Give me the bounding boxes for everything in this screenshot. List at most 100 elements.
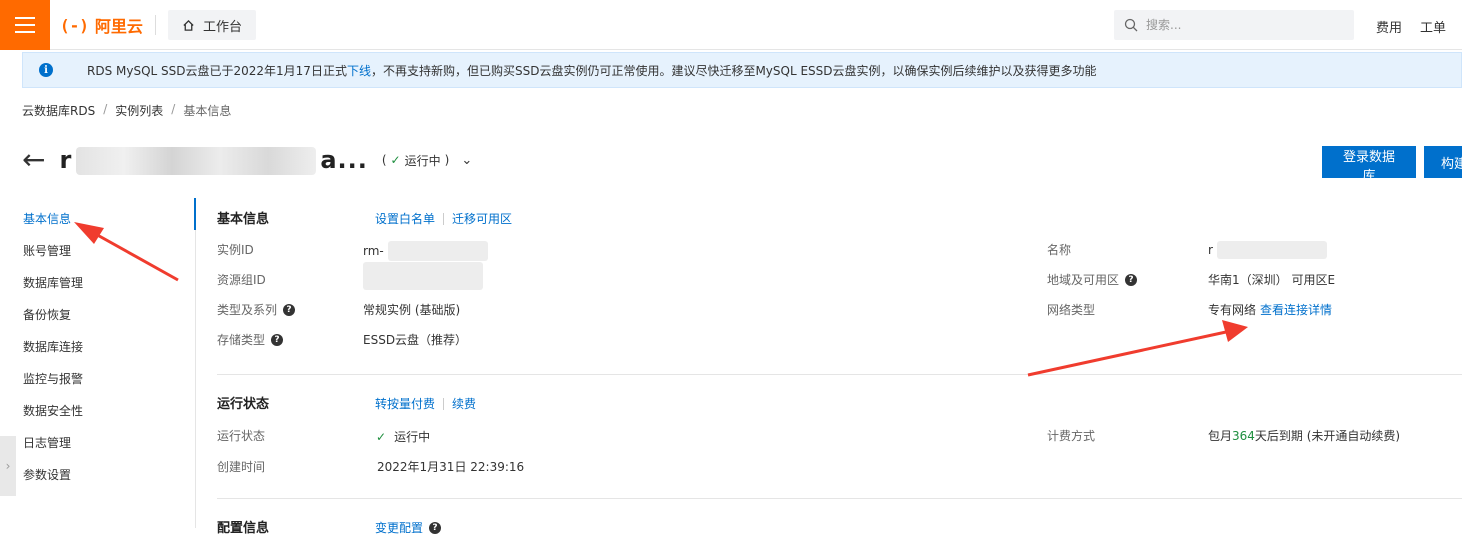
renew-link[interactable]: 续费	[452, 395, 476, 412]
build-button[interactable]: 构建	[1424, 146, 1462, 178]
status-badge: ( ✓ 运行中 )	[382, 152, 449, 169]
top-bar: (-) 阿里云 工作台 费用 工单	[0, 0, 1462, 50]
type-value: 常规实例 (基础版)	[363, 303, 461, 317]
offline-link[interactable]: 下线	[347, 64, 371, 78]
sidebar-item-backup[interactable]: 备份恢复	[23, 306, 71, 323]
divider	[443, 397, 445, 410]
section-divider	[217, 374, 1462, 375]
check-icon: ✓	[390, 153, 401, 167]
menu-line-icon	[15, 24, 35, 26]
billing-days: 364	[1232, 428, 1255, 443]
run-status-actions: 转按量付费 续费	[375, 395, 476, 412]
switch-pay-as-you-go-link[interactable]: 转按量付费	[375, 395, 435, 412]
created-time-label: 创建时间	[217, 460, 266, 474]
name-value: r	[1208, 241, 1327, 259]
logo-mark: (-)	[60, 15, 89, 35]
help-icon[interactable]: ?	[271, 333, 284, 346]
sidebar-item-basic-info[interactable]: 基本信息	[23, 210, 71, 227]
sidebar-item-security[interactable]: 数据安全性	[23, 402, 83, 419]
storage-value: ESSD云盘（推荐）	[363, 333, 468, 347]
network-label: 网络类型	[1047, 303, 1096, 317]
sidebar-item-connection[interactable]: 数据库连接	[23, 338, 83, 355]
storage-label-text: 存储类型	[217, 333, 266, 347]
change-config-link[interactable]: 变更配置	[375, 519, 423, 536]
notice-text-after: ，不再支持新购，但已购买SSD云盘实例仍可正常使用。建议尽快迁移至MySQL E…	[370, 63, 1097, 78]
title-suffix: a...	[320, 145, 368, 174]
billing-prefix: 包月	[1208, 429, 1233, 443]
billing-link[interactable]: 费用	[1376, 17, 1402, 36]
status-text: 运行中	[404, 153, 441, 168]
workbench-button[interactable]: 工作台	[168, 10, 257, 40]
logo-text: 阿里云	[94, 17, 143, 36]
name-text: r	[1208, 243, 1213, 257]
basic-info-title: 基本信息	[217, 212, 270, 227]
run-status-text: 运行中	[394, 430, 431, 444]
page-title-row: ← r a... ( ✓ 运行中 ) ⌄	[22, 140, 472, 180]
sidebar-item-params[interactable]: 参数设置	[23, 466, 71, 483]
notice-text-before: RDS MySQL SSD云盘已于2022年1月17日正式	[87, 63, 347, 78]
collapse-handle[interactable]: ›	[0, 436, 16, 496]
resource-group-value	[363, 262, 483, 290]
config-actions: 变更配置 ?	[375, 519, 442, 536]
chevron-down-icon[interactable]: ⌄	[461, 153, 472, 168]
type-label-text: 类型及系列	[217, 303, 278, 317]
search-box[interactable]	[1114, 10, 1354, 40]
basic-info-actions: 设置白名单 迁移可用区	[375, 210, 512, 227]
breadcrumb: 云数据库RDS / 实例列表 / 基本信息	[22, 102, 231, 119]
login-database-button[interactable]: 登录数据库	[1322, 146, 1416, 184]
network-text: 专有网络	[1208, 303, 1257, 317]
search-input[interactable]	[1146, 18, 1336, 32]
region-label: 地域及可用区 ?	[1047, 271, 1138, 288]
active-indicator	[194, 198, 196, 230]
page-title: r a...	[59, 146, 367, 175]
notice-text: RDS MySQL SSD云盘已于2022年1月17日正式下线，不再支持新购，但…	[87, 62, 1097, 79]
run-status-label: 运行状态	[217, 429, 266, 443]
migrate-zone-link[interactable]: 迁移可用区	[452, 210, 512, 227]
redacted-block	[387, 241, 488, 261]
sidebar-item-databases[interactable]: 数据库管理	[23, 274, 83, 291]
name-label: 名称	[1047, 243, 1072, 257]
breadcrumb-instance-list[interactable]: 实例列表	[115, 102, 163, 119]
instance-id-label: 实例ID	[217, 243, 254, 257]
instance-id-text: rm-	[363, 244, 384, 258]
back-arrow-icon[interactable]: ←	[22, 146, 45, 174]
type-label: 类型及系列 ?	[217, 301, 296, 318]
breadcrumb-separator: /	[171, 102, 176, 116]
title-prefix: r	[59, 145, 73, 174]
billing-suffix: 天后到期 (未开通自动续费)	[1254, 429, 1401, 443]
check-icon: ✓	[376, 429, 387, 444]
breadcrumb-rds[interactable]: 云数据库RDS	[22, 102, 95, 119]
ticket-link[interactable]: 工单	[1420, 17, 1446, 36]
sidebar-item-logs[interactable]: 日志管理	[23, 434, 71, 451]
info-icon: i	[39, 63, 53, 77]
redacted-block	[1216, 241, 1327, 259]
section-divider	[217, 498, 1462, 499]
run-status-title: 运行状态	[217, 397, 270, 412]
hamburger-menu-button[interactable]	[0, 0, 50, 50]
search-icon	[1124, 18, 1138, 32]
region-value: 华南1（深圳） 可用区E	[1208, 273, 1336, 287]
menu-line-icon	[15, 17, 35, 19]
breadcrumb-current: 基本信息	[183, 104, 232, 118]
workbench-label: 工作台	[203, 19, 243, 35]
config-title: 配置信息	[217, 521, 270, 536]
region-label-text: 地域及可用区	[1047, 273, 1120, 287]
notice-banner: i RDS MySQL SSD云盘已于2022年1月17日正式下线，不再支持新购…	[22, 52, 1462, 88]
created-time-value: 2022年1月31日 22:39:16	[377, 460, 525, 474]
help-icon[interactable]: ?	[283, 303, 296, 316]
run-status-value: ✓ 运行中	[376, 428, 430, 445]
paren-open: (	[381, 153, 387, 167]
sidebar-item-monitoring[interactable]: 监控与报警	[23, 370, 83, 387]
view-connection-details-link[interactable]: 查看连接详情	[1260, 301, 1332, 318]
help-icon[interactable]: ?	[1125, 273, 1138, 286]
redacted-block	[76, 146, 317, 175]
sidebar-item-accounts[interactable]: 账号管理	[23, 242, 71, 259]
aliyun-logo[interactable]: (-) 阿里云	[60, 12, 143, 38]
divider	[443, 212, 445, 225]
paren-close: )	[444, 153, 450, 167]
chevron-right-icon: ›	[5, 459, 11, 473]
set-whitelist-link[interactable]: 设置白名单	[375, 210, 435, 227]
menu-line-icon	[15, 31, 35, 33]
help-icon[interactable]: ?	[429, 521, 442, 534]
resource-group-label: 资源组ID	[217, 273, 266, 287]
